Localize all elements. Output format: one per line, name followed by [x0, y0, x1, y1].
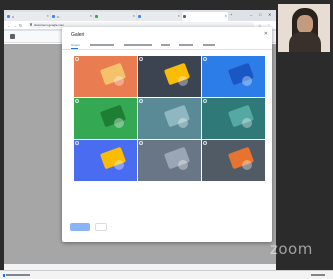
participant-body: [289, 32, 321, 52]
select-radio[interactable]: [203, 99, 207, 103]
forward-icon[interactable]: →: [13, 23, 17, 28]
taskbar: [0, 270, 333, 279]
select-radio[interactable]: [203, 141, 207, 145]
tab-strip: G ✕ G ✕ ✕ ✕ ✕ + – □ ✕: [4, 10, 276, 21]
classroom-icon: [183, 15, 186, 18]
menu-icon[interactable]: [10, 34, 15, 39]
screen: G ✕ G ✕ ✕ ✕ ✕ + – □ ✕ ← → ↻ classroom.go…: [0, 0, 333, 279]
window-close-icon[interactable]: ✕: [268, 12, 271, 17]
theme-tile[interactable]: [138, 140, 201, 181]
tile-illustration: [114, 76, 124, 86]
browser-tab-active[interactable]: ✕: [182, 12, 228, 21]
category-tab[interactable]: [90, 44, 114, 46]
theme-tile[interactable]: [74, 98, 137, 139]
browser-tab[interactable]: ✕: [94, 12, 136, 21]
google-icon: [7, 15, 10, 18]
tile-illustration: [178, 160, 188, 170]
tile-illustration: [114, 160, 124, 170]
tab-label: G: [12, 15, 15, 19]
reload-icon[interactable]: ↻: [19, 23, 22, 28]
show-all-button[interactable]: [311, 274, 325, 276]
dialog-title: Galeri: [71, 32, 85, 38]
close-icon[interactable]: ✕: [46, 14, 49, 18]
tile-illustration: [114, 118, 124, 128]
select-radio[interactable]: [139, 57, 143, 61]
drive-icon: [138, 15, 141, 18]
tile-illustration: [178, 76, 188, 86]
new-tab-icon[interactable]: +: [230, 12, 232, 17]
divider: [62, 49, 272, 50]
cancel-button[interactable]: [95, 223, 107, 231]
theme-tile[interactable]: [74, 140, 137, 181]
category-tab-general[interactable]: Umum: [71, 43, 80, 47]
tile-illustration: [242, 76, 252, 86]
tile-illustration: [242, 160, 252, 170]
participant-video: [278, 4, 330, 52]
lock-icon: [30, 23, 32, 26]
url-text: classroom.google.com: [34, 23, 65, 27]
maximize-icon[interactable]: □: [259, 12, 261, 17]
select-radio[interactable]: [75, 99, 79, 103]
close-icon[interactable]: ✕: [264, 31, 268, 37]
tile-illustration: [178, 118, 188, 128]
category-tab[interactable]: [179, 44, 193, 46]
category-tab[interactable]: [124, 44, 152, 46]
close-icon[interactable]: ✕: [177, 14, 180, 18]
google-icon: [52, 15, 55, 18]
category-tab[interactable]: [203, 44, 215, 46]
meet-icon: [95, 15, 98, 18]
theme-tile[interactable]: [202, 56, 265, 97]
theme-tile[interactable]: [138, 98, 201, 139]
theme-grid: [74, 56, 265, 181]
file-icon: [3, 274, 5, 277]
select-radio[interactable]: [75, 57, 79, 61]
select-theme-button[interactable]: [70, 223, 90, 231]
select-radio[interactable]: [75, 141, 79, 145]
gallery-dialog: Galeri ✕ Umum: [62, 27, 272, 242]
theme-tile[interactable]: [138, 56, 201, 97]
minimize-icon[interactable]: –: [250, 12, 252, 17]
tab-label: G: [57, 15, 60, 19]
category-tab[interactable]: [161, 44, 170, 46]
browser-tab[interactable]: G ✕: [6, 12, 50, 21]
tile-illustration: [242, 118, 252, 128]
close-icon[interactable]: ✕: [89, 14, 92, 18]
browser-tab[interactable]: G ✕: [51, 12, 93, 21]
theme-tile[interactable]: [202, 98, 265, 139]
zoom-watermark: zoom: [270, 240, 313, 258]
browser-tab[interactable]: ✕: [137, 12, 181, 21]
theme-tile[interactable]: [202, 140, 265, 181]
download-file[interactable]: [6, 274, 30, 276]
back-icon[interactable]: ←: [7, 23, 11, 28]
close-icon[interactable]: ✕: [224, 14, 227, 18]
select-radio[interactable]: [139, 99, 143, 103]
theme-tile[interactable]: [74, 56, 137, 97]
select-radio[interactable]: [203, 57, 207, 61]
close-icon[interactable]: ✕: [132, 14, 135, 18]
select-radio[interactable]: [139, 141, 143, 145]
